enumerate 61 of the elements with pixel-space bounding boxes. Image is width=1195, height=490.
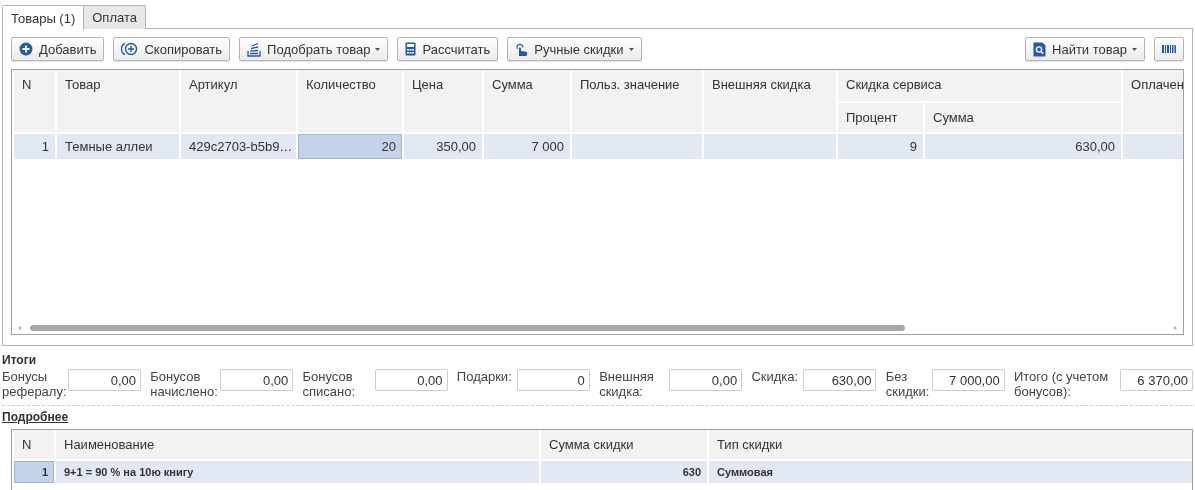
table-row[interactable]: 1 9+1 = 90 % на 10ю книгу 630 Суммовая [13,460,1192,484]
table-cell: Темные аллеи [56,133,180,160]
table-cell: 429c2703-b5b9… [180,133,297,160]
field-label: Бонусов списано: [302,368,357,399]
table-row[interactable]: 1 Темные аллеи 429c2703-b5b9… 20 350,00 7 000 9 630,00 [13,133,1183,160]
column-header[interactable]: Количество [297,70,403,133]
toolbar-button[interactable]: Добавить [11,37,105,61]
field-label: Бонусов начислено: [150,368,215,399]
toolbar-button[interactable]: Подобрать товар [239,37,389,61]
field-label: Внешняя скидка: [599,368,655,399]
column-header[interactable]: Товар [56,70,180,133]
table-cell: 630 [540,460,708,484]
value-field[interactable]: 0,00 [220,369,294,391]
value-field[interactable]: 0,00 [68,369,141,391]
column-header[interactable]: Внешняя скидка [703,70,837,133]
column-header[interactable]: Артикул [180,70,297,133]
value-field[interactable]: 630,00 [803,369,877,391]
column-header[interactable]: Тип скидки [708,430,1192,460]
table-cell: 1 [13,133,56,160]
value-field[interactable]: 0,00 [669,369,743,391]
column-header[interactable]: Цена [403,70,483,133]
field-label: Скидка: [751,368,798,384]
column-header[interactable]: Оплачен [1122,70,1183,133]
column-header[interactable]: Польз. значение [571,70,703,133]
column-header[interactable]: N [13,430,55,460]
table-cell: 350,00 [403,133,483,160]
document-search-icon [1033,41,1047,57]
copy-plus-icon [121,42,139,56]
column-header[interactable]: Сумма скидки [540,430,708,460]
table-cell: 9+1 = 90 % на 10ю книгу [55,460,540,484]
field-label: Итого (с учетом бонусов): [1013,368,1110,399]
table-cell: 7 000 [483,133,571,160]
column-header[interactable]: Наименование [55,430,540,460]
table-cell: 20 [297,133,403,160]
stack-icon [247,41,262,57]
column-header[interactable]: N [13,70,56,133]
toolbar-button[interactable]: Скопировать [113,37,231,61]
column-header[interactable]: Сумма [924,102,1122,133]
value-field[interactable]: 0 [516,369,590,391]
toolbar-button[interactable]: Ручные скидки [507,37,642,61]
section-title: Итоги [2,353,38,367]
barcode-button[interactable] [1154,37,1184,61]
table-cell: 630,00 [924,133,1122,160]
column-header[interactable]: Скидка сервиса [837,70,1122,102]
tab[interactable]: Оплата [83,5,146,29]
field-label: Подарки: [456,368,511,384]
hand-pointer-icon [515,41,529,57]
table-cell: 9 [837,133,924,160]
plus-circle-icon [19,42,33,56]
value-field[interactable]: 6 370,00 [1119,369,1193,391]
table-cell: 1 [13,460,55,484]
toolbar-button[interactable]: Рассчитать [397,37,499,61]
value-field[interactable]: 0,00 [374,369,448,391]
column-header[interactable]: Сумма [483,70,571,133]
calculator-icon [405,42,417,56]
tab[interactable]: Товары (1) [2,5,85,30]
column-header[interactable]: Процент [837,102,924,133]
details-link[interactable]: Подробнее [2,410,69,424]
toolbar-button[interactable]: Найти товар [1025,37,1145,61]
barcode-icon [1162,45,1176,53]
value-field[interactable]: 7 000,00 [931,369,1005,391]
